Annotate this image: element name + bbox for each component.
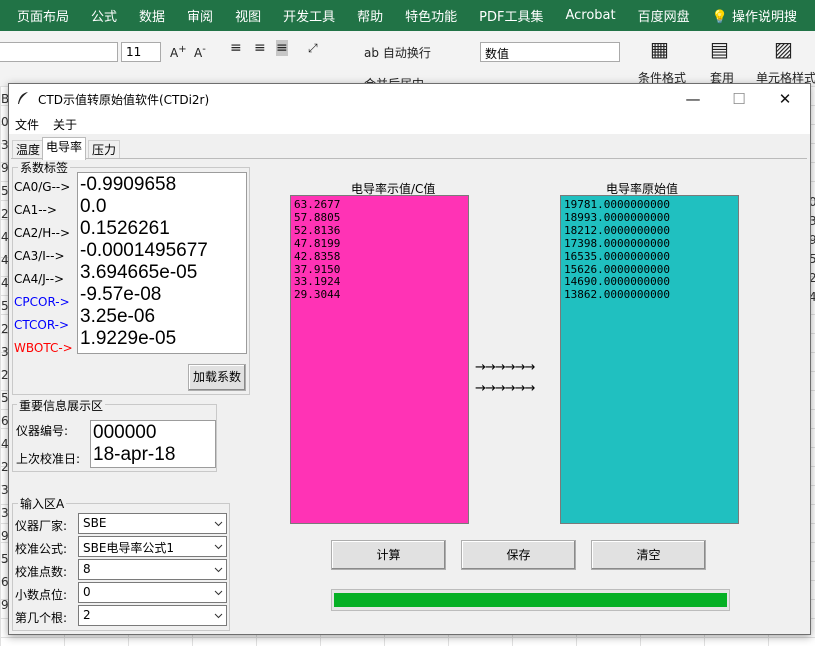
align-middle-icon[interactable]: ≡ <box>254 40 266 56</box>
number-format-box[interactable]: 数值 <box>480 42 620 62</box>
coef-value-ctcor: 3.25e-06 <box>80 306 156 327</box>
conditional-format-icon: ▦ <box>650 37 669 61</box>
calibration-points-select[interactable]: 8 <box>78 559 227 580</box>
manufacturer-label: 仪器厂家: <box>15 519 68 533</box>
tab-temperature[interactable]: 温度 <box>12 140 45 159</box>
excel-menu-view[interactable]: 视图 <box>224 6 272 25</box>
save-button[interactable]: 保存 <box>461 540 576 570</box>
formula-select[interactable]: SBE电导率公式1 <box>78 536 227 557</box>
progress-fill <box>334 593 727 607</box>
coef-value-wbotc: 1.9229e-05 <box>80 328 177 349</box>
coef-value-ca4: 3.694665e-05 <box>80 262 198 283</box>
excel-menu-review[interactable]: 审阅 <box>176 6 224 25</box>
coef-value-ca2: 0.1526261 <box>80 218 170 239</box>
coef-label-wbotc: WBOTC-> <box>14 341 73 355</box>
cell-style-icon: ▨ <box>774 37 793 61</box>
conversion-arrows-top: →→→→→→ <box>475 360 535 375</box>
align-bottom-icon[interactable]: ≡ <box>276 40 288 56</box>
tab-conductivity[interactable]: 电导率 <box>42 137 87 160</box>
format-table-icon: ▤ <box>710 37 729 61</box>
maximize-button[interactable]: ☐ <box>716 84 762 114</box>
excel-menu-formulas[interactable]: 公式 <box>80 6 128 25</box>
root-index-label: 第几个根: <box>15 611 68 625</box>
info-values-box: 000000 18-apr-18 <box>90 420 216 468</box>
chevron-down-icon <box>214 613 223 619</box>
calibration-points-label: 校准点数: <box>15 565 68 579</box>
coef-value-ca0: -0.9909658 <box>80 174 177 195</box>
feather-icon <box>18 92 28 104</box>
app-window: CTD示值转原始值软件(CTDi2r) — ☐ ✕ 文件 关于 温度 电导率 压… <box>8 83 811 635</box>
coef-label-ca4: CA4/J--> <box>14 272 65 286</box>
excel-menu-acrobat[interactable]: Acrobat <box>554 8 626 23</box>
excel-menu-data[interactable]: 数据 <box>128 6 176 25</box>
excel-search[interactable]: 💡 操作说明搜 <box>701 6 808 25</box>
title-bar[interactable]: CTD示值转原始值软件(CTDi2r) — ☐ ✕ <box>9 84 810 114</box>
align-top-icon[interactable]: ≡ <box>230 40 242 56</box>
calibration-date-value: 18-apr-18 <box>93 444 176 465</box>
progress-bar <box>331 589 730 611</box>
menu-bar: 文件 关于 <box>9 114 810 134</box>
chevron-down-icon <box>214 521 223 527</box>
formula-label: 校准公式: <box>15 542 68 556</box>
excel-menu-developer[interactable]: 开发工具 <box>272 6 346 25</box>
chevron-down-icon <box>214 590 223 596</box>
coef-label-ctcor: CTCOR-> <box>14 318 70 332</box>
clear-button[interactable]: 清空 <box>591 540 706 570</box>
coef-label-ca2: CA2/H--> <box>14 226 71 240</box>
coef-label-ca1: CA1--> <box>14 203 57 217</box>
calibration-date-label: 上次校准日: <box>16 452 81 466</box>
excel-menu-baidu[interactable]: 百度网盘 <box>627 6 701 25</box>
coef-value-cpcor: -9.57e-08 <box>80 284 162 305</box>
coefficient-values-box[interactable]: -0.9909658 0.0 0.1526261 -0.0001495677 3… <box>77 172 247 354</box>
excel-menu-page-layout[interactable]: 页面布局 <box>6 6 80 25</box>
coef-value-ca3: -0.0001495677 <box>80 240 208 261</box>
menu-about[interactable]: 关于 <box>53 116 77 133</box>
chevron-down-icon <box>214 544 223 550</box>
coef-value-ca1: 0.0 <box>80 196 107 217</box>
excel-ribbon: 11 A+ A- ≡ ≡ ≡ ⤢ ab 自动换行 合并后居中 数值 ▦ 条件格式… <box>0 31 815 91</box>
info-group-title: 重要信息展示区 <box>17 397 106 414</box>
orientation-icon[interactable]: ⤢ <box>308 41 318 56</box>
root-index-select[interactable]: 2 <box>78 605 227 626</box>
excel-menu-help[interactable]: 帮助 <box>346 6 394 25</box>
coef-label-ca3: CA3/I--> <box>14 249 65 263</box>
font-size-box[interactable]: 11 <box>121 42 161 62</box>
menu-file[interactable]: 文件 <box>15 116 39 133</box>
minimize-button[interactable]: — <box>670 84 716 114</box>
input-group-title: 输入区A <box>18 495 67 512</box>
load-coefficients-button[interactable]: 加载系数 <box>188 364 246 391</box>
chevron-down-icon <box>214 567 223 573</box>
lightbulb-icon: 💡 <box>711 10 728 25</box>
excel-menu-pdf[interactable]: PDF工具集 <box>468 6 554 25</box>
decimal-places-select[interactable]: 0 <box>78 582 227 603</box>
decimal-places-label: 小数点位: <box>15 588 68 602</box>
excel-menu-features[interactable]: 特色功能 <box>394 6 468 25</box>
wrap-text-button[interactable]: ab 自动换行 <box>364 44 431 61</box>
tab-pressure[interactable]: 压力 <box>88 140 121 159</box>
coef-label-cpcor: CPCOR-> <box>14 295 70 309</box>
manufacturer-select[interactable]: SBE <box>78 513 227 534</box>
serial-number-value: 000000 <box>93 422 157 443</box>
font-grow-icon[interactable]: A+ <box>170 44 187 60</box>
font-shrink-icon[interactable]: A- <box>194 44 206 60</box>
calculate-button[interactable]: 计算 <box>331 540 446 570</box>
coefficient-group-title: 系数标签 <box>18 159 71 176</box>
window-title: CTD示值转原始值软件(CTDi2r) <box>38 93 210 107</box>
excel-menubar: 页面布局 公式 数据 审阅 视图 开发工具 帮助 特色功能 PDF工具集 Acr… <box>0 0 815 31</box>
serial-number-label: 仪器编号: <box>16 424 69 438</box>
font-name-box[interactable] <box>0 42 118 62</box>
conversion-arrows-bottom: →→→→→→ <box>475 381 535 396</box>
coef-label-ca0: CA0/G--> <box>14 180 71 194</box>
conductivity-panel: 系数标签 CA0/G--> CA1--> CA2/H--> CA3/I--> C… <box>11 158 807 633</box>
raw-value-textarea[interactable]: 19781.0000000000 18993.0000000000 18212.… <box>560 195 739 524</box>
close-button[interactable]: ✕ <box>762 84 808 114</box>
display-value-textarea[interactable]: 63.2677 57.8805 52.8136 47.8199 42.8358 … <box>290 195 469 524</box>
wrap-icon: ab <box>364 46 379 60</box>
